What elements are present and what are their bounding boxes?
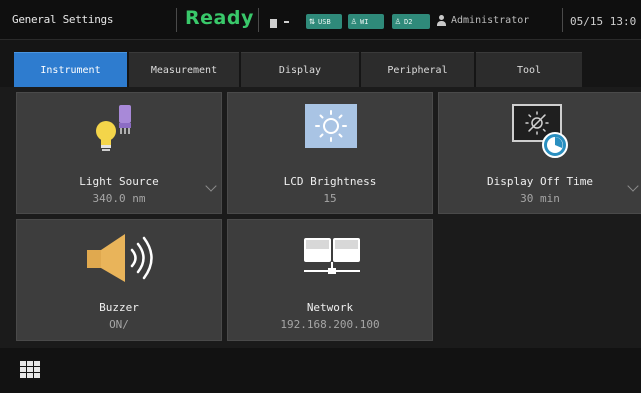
tile-value: 192.168.200.100 — [280, 318, 380, 331]
display-off-time-tile[interactable]: Display Off Time 30 min — [438, 92, 641, 214]
divider — [258, 8, 259, 32]
tab-tool[interactable]: Tool — [476, 52, 582, 87]
title-bar: General Settings Ready ⇅ USB ♙ WI ♙ D2 A… — [0, 0, 641, 40]
speaker-icon — [87, 234, 153, 282]
usb-indicator: ⇅ USB — [306, 14, 342, 29]
tile-value: 15 — [323, 192, 337, 205]
user-icon — [436, 15, 447, 26]
tile-value: ON/ — [109, 318, 129, 331]
network-icon — [304, 238, 360, 274]
tile-value: 30 min — [520, 192, 560, 205]
wifi-person-icon: ♙ — [351, 15, 358, 27]
tab-instrument[interactable]: Instrument — [14, 52, 127, 87]
tab-display[interactable]: Display — [241, 52, 359, 87]
usb-icon: ⇅ — [309, 15, 316, 27]
tab-measurement[interactable]: Measurement — [129, 52, 239, 87]
status-text: Ready — [185, 7, 254, 29]
divider — [562, 8, 563, 32]
light-source-tile[interactable]: Light Source 340.0 nm — [16, 92, 222, 214]
clock: 05/15 13:0 — [570, 15, 637, 28]
d2-person-icon: ♙ — [395, 15, 402, 27]
network-tile[interactable]: Network 192.168.200.100 — [227, 219, 433, 341]
wifi-indicator: ♙ WI — [348, 14, 384, 29]
divider — [176, 8, 177, 32]
tab-peripheral[interactable]: Peripheral — [361, 52, 474, 87]
tile-label: Network — [306, 301, 354, 314]
battery-icon — [270, 19, 277, 28]
display-timer-icon — [512, 104, 568, 158]
tab-bar: Instrument Measurement Display Periphera… — [0, 40, 641, 87]
tile-label: Display Off Time — [487, 175, 593, 188]
tile-value: 340.0 nm — [92, 192, 146, 205]
tile-label: Buzzer — [99, 301, 139, 314]
bottom-bar — [0, 348, 641, 393]
brightness-icon — [305, 104, 357, 148]
dash-icon — [284, 21, 289, 23]
tile-label: LCD Brightness — [283, 175, 377, 188]
buzzer-tile[interactable]: Buzzer ON/ — [16, 219, 222, 341]
lamp-icon — [96, 105, 131, 151]
user-name: Administrator — [451, 15, 530, 26]
d2-indicator: ♙ D2 — [392, 14, 430, 29]
screen-title: General Settings — [12, 13, 114, 26]
lcd-brightness-tile[interactable]: LCD Brightness 15 — [227, 92, 433, 214]
user-indicator[interactable]: Administrator — [436, 15, 529, 26]
tile-label: Light Source — [79, 175, 159, 188]
menu-grid-icon[interactable] — [20, 361, 40, 379]
tab-strip: Instrument Measurement Display Periphera… — [14, 52, 584, 87]
